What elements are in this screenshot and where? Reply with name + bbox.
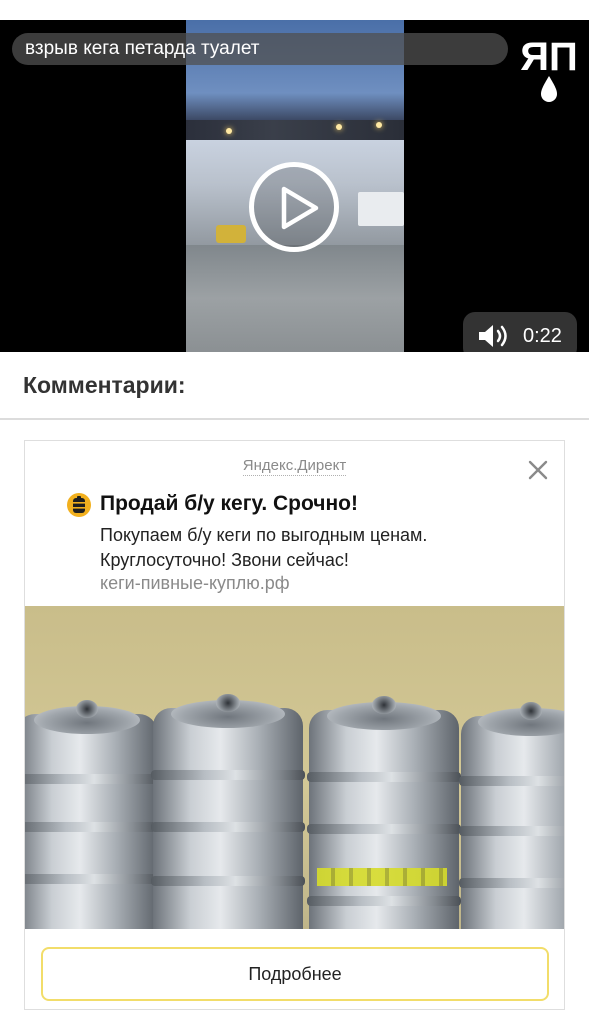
keg <box>151 694 305 929</box>
keg-ring <box>25 874 159 884</box>
keg-valve <box>216 694 240 712</box>
keg-valve <box>372 696 396 714</box>
video-player[interactable]: взрыв кега петарда туалет ЯП 0:22 <box>0 20 589 352</box>
video-title: взрыв кега петарда туалет <box>25 38 260 59</box>
keg-valve <box>75 700 99 718</box>
thumbnail-light <box>336 124 342 130</box>
keg-ring <box>307 824 461 834</box>
keg-ring <box>151 822 305 832</box>
thumbnail-ground <box>186 245 404 352</box>
logo-drop <box>541 76 557 102</box>
ad-text[interactable]: Покупаем б/у кеги по выгодным ценам. Кру… <box>100 523 540 573</box>
site-logo[interactable]: ЯП <box>519 30 579 106</box>
volume-icon[interactable] <box>477 323 511 349</box>
keg-valve <box>519 702 543 720</box>
thumbnail-light <box>376 122 382 128</box>
keg-ring <box>459 826 564 836</box>
thumbnail-light <box>226 128 232 134</box>
volume-control[interactable]: 0:22 <box>463 312 577 352</box>
keg <box>307 696 461 929</box>
keg-ring <box>459 878 564 888</box>
keg-ring <box>25 822 159 832</box>
ad-domain[interactable]: кеги-пивные-куплю.рф <box>100 573 290 594</box>
ad-source-label[interactable]: Яндекс.Директ <box>25 457 564 476</box>
keg-ring <box>307 772 461 782</box>
keg <box>459 702 564 929</box>
play-icon <box>281 186 319 230</box>
keg <box>25 700 159 929</box>
ad-image[interactable] <box>25 606 564 929</box>
thumbnail-vehicle <box>216 225 246 243</box>
video-duration: 0:22 <box>523 325 562 347</box>
keg-ring <box>25 774 159 784</box>
play-button[interactable] <box>249 162 339 252</box>
ad-source-text[interactable]: Яндекс.Директ <box>242 457 347 476</box>
more-details-button[interactable]: Подробнее <box>41 947 549 1001</box>
logo-text: ЯП <box>520 35 578 79</box>
keg-icon-glyph <box>73 496 85 513</box>
keg-paint-stripe <box>317 868 447 886</box>
close-icon[interactable] <box>527 459 549 481</box>
keg-icon <box>67 493 91 517</box>
comments-heading: Комментарии: <box>23 372 186 398</box>
thumbnail-truck <box>358 192 404 226</box>
keg-ring <box>151 770 305 780</box>
keg-ring <box>307 896 461 906</box>
ad-title[interactable]: Продай б/у кегу. Срочно! <box>100 492 358 516</box>
keg-ring <box>459 776 564 786</box>
top-strip <box>0 0 589 20</box>
ad-card[interactable]: Яндекс.Директ Продай б/у кегу. Срочно! П… <box>24 440 565 1010</box>
keg-ring <box>151 876 305 886</box>
divider <box>0 418 589 420</box>
